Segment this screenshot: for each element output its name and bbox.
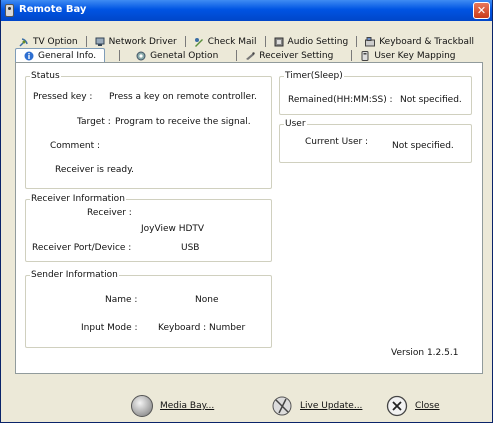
comment-label: Comment : — [50, 141, 100, 151]
live-update-button[interactable]: Live Update... — [271, 394, 362, 418]
receiver-icon — [246, 51, 255, 60]
tab-separator — [119, 50, 121, 61]
tab-row-2: General Info. Genetal Option Receiver Se… — [15, 48, 460, 63]
tab-keyboard-trackball[interactable]: Keyboard & Trackball — [361, 36, 478, 47]
receiver-port-label: Receiver Port/Device : — [32, 243, 132, 253]
media-bay-icon — [131, 395, 153, 417]
current-user-value: Not specified. — [392, 141, 454, 151]
tab-general-info[interactable]: General Info. — [15, 48, 106, 63]
input-mode-value: Keyboard : Number — [158, 323, 246, 333]
sender-info-legend: Sender Information — [31, 270, 118, 280]
remained-value: Not specified. — [400, 95, 462, 105]
input-mode-label: Input Mode : — [81, 323, 138, 333]
tab-receiver-setting[interactable]: Receiver Setting — [241, 51, 337, 61]
target-value: Program to receive the signal. — [115, 117, 251, 127]
live-update-icon — [272, 396, 292, 416]
keyboard-icon — [365, 36, 376, 46]
tab-separator — [351, 50, 353, 61]
status-group: Status Pressed key : Press a key on remo… — [25, 71, 272, 189]
close-icon — [386, 395, 408, 417]
tab-separator — [184, 36, 186, 47]
close-button[interactable]: Close — [386, 394, 440, 418]
remote-bay-window: Remote Bay ✕ TV Option Network Driver Ch… — [0, 0, 493, 423]
sender-name-value: None — [195, 295, 219, 305]
tab-row-1: TV Option Network Driver Check Mail Audi… — [15, 35, 478, 48]
receiver-port-value: USB — [181, 243, 200, 253]
tab-audio-setting[interactable]: Audio Setting — [270, 37, 353, 47]
mail-icon — [194, 37, 203, 47]
current-user-label: Current User : — [305, 137, 369, 147]
window-title: Remote Bay — [19, 4, 87, 15]
tab-separator — [236, 50, 238, 61]
receiver-label: Receiver : — [87, 208, 132, 218]
media-bay-button[interactable]: Media Bay... — [131, 394, 214, 418]
status-message: Receiver is ready. — [55, 165, 135, 175]
gear-icon — [136, 51, 146, 60]
status-legend: Status — [31, 71, 60, 81]
satellite-icon — [19, 37, 28, 47]
tab-separator — [356, 36, 358, 47]
general-info-panel: Status Pressed key : Press a key on remo… — [15, 62, 483, 374]
receiver-info-group: Receiver Information Receiver : JoyView … — [25, 194, 272, 262]
tab-check-mail[interactable]: Check Mail — [190, 37, 261, 47]
tab-separator — [85, 36, 87, 47]
pressed-key-label: Pressed key : — [33, 92, 93, 102]
remained-label: Remained(HH:MM:SS) : — [288, 95, 393, 105]
info-icon — [24, 51, 34, 61]
audio-icon — [274, 37, 284, 46]
keymap-icon — [361, 50, 369, 61]
tab-separator — [264, 36, 266, 47]
timer-legend: Timer(Sleep) — [285, 71, 343, 81]
tab-tv-option[interactable]: TV Option — [15, 37, 82, 47]
receiver-value: JoyView HDTV — [141, 224, 205, 234]
tab-user-key-mapping[interactable]: User Key Mapping — [356, 50, 459, 61]
sender-info-group: Sender Information Name : None Input Mod… — [25, 270, 272, 348]
receiver-info-legend: Receiver Information — [31, 194, 125, 204]
pressed-key-value: Press a key on remote controller. — [109, 92, 257, 102]
target-label: Target : — [77, 117, 111, 127]
network-icon — [95, 37, 105, 46]
tab-network-driver[interactable]: Network Driver — [91, 37, 181, 47]
version-label: Version 1.2.5.1 — [391, 348, 459, 358]
timer-group: Timer(Sleep) Remained(HH:MM:SS) : Not sp… — [279, 71, 472, 115]
window-close-button[interactable]: ✕ — [473, 2, 490, 19]
tab-general-option[interactable]: Genetal Option — [124, 51, 222, 61]
remote-control-icon — [5, 4, 14, 17]
bottom-bar: Media Bay... Live Update... Close — [1, 390, 492, 422]
user-legend: User — [285, 119, 306, 129]
title-bar[interactable]: Remote Bay ✕ — [1, 0, 492, 21]
user-group: User Current User : Not specified. — [279, 119, 472, 163]
sender-name-label: Name : — [105, 295, 138, 305]
